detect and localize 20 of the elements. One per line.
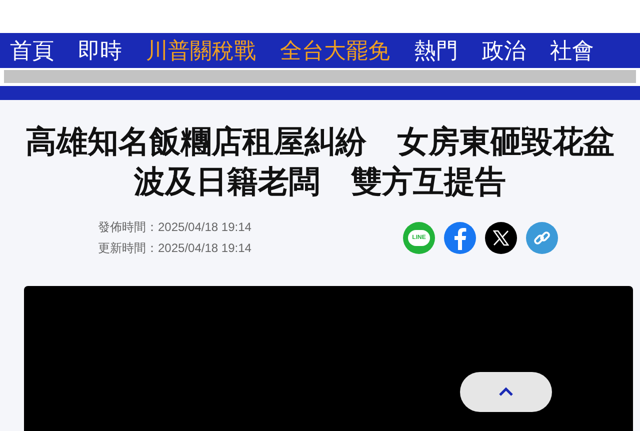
nav-link[interactable]: 即時: [78, 38, 122, 64]
video-player[interactable]: [24, 286, 633, 431]
x-icon: [493, 230, 509, 246]
copy-link-button[interactable]: [526, 222, 558, 254]
nav-link[interactable]: 首頁: [10, 38, 54, 64]
x-share-button[interactable]: [485, 222, 517, 254]
nav-link[interactable]: 熱門: [414, 38, 458, 64]
link-icon: [533, 229, 551, 247]
article-headline: 高雄知名飯糰店租屋糾紛 女房東砸毀花盆波及日籍老闆 雙方互提告: [24, 123, 616, 201]
facebook-icon: [453, 226, 467, 250]
facebook-share-button[interactable]: [444, 222, 476, 254]
nav-link[interactable]: 社會: [550, 38, 594, 64]
publish-time: 發佈時間：2025/04/18 19:14: [98, 220, 252, 235]
back-to-top-button[interactable]: [460, 372, 552, 412]
chevron-up-icon: [498, 387, 514, 397]
update-time: 更新時間：2025/04/18 19:14: [98, 241, 252, 256]
nav-link[interactable]: 全台大罷免: [280, 38, 390, 64]
nav-link[interactable]: 川普關稅戰: [146, 38, 256, 64]
nav-link[interactable]: 政治: [482, 38, 526, 64]
scrollbar[interactable]: [4, 70, 636, 83]
